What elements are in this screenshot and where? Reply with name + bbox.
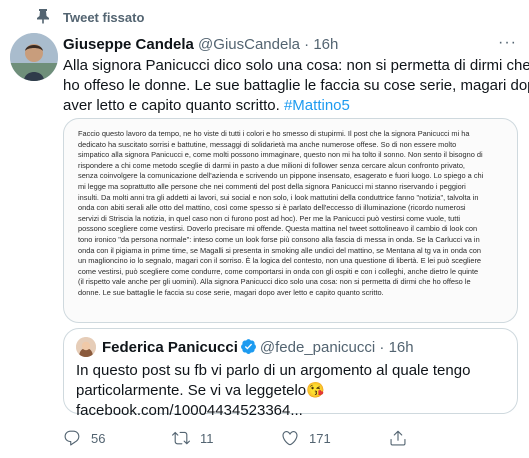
image-text-line: (il rispetto vale anche per gli uomini).… [78, 277, 471, 287]
image-text-line: un maglioncino io lo segnalo, magari con… [78, 256, 482, 266]
heart-icon [282, 431, 298, 446]
avatar[interactable] [10, 33, 58, 81]
separator-dot: · [304, 36, 310, 53]
image-text-line: Faccio questo lavoro da tempo, ne ho vis… [78, 129, 470, 138]
attached-image[interactable]: Faccio questo lavoro da tempo, ne ho vis… [63, 118, 518, 323]
pinned-label: Tweet fissato [63, 10, 145, 25]
author-name[interactable]: Giuseppe Candela [63, 36, 194, 53]
like-button[interactable]: 171 [281, 428, 331, 448]
reply-icon [64, 430, 80, 446]
share-icon [390, 430, 406, 446]
image-text-line: dedicato ha suscitato sorrisi e battutin… [78, 139, 457, 149]
image-text-line: mi legge ma soprattutto alle persone che… [78, 181, 466, 191]
retweet-icon [172, 431, 190, 445]
tweet-header: Giuseppe Candela @GiusCandela · 16h ··· [63, 34, 517, 56]
tweet-text-segment: aver letto e capito quanto scritto. [63, 97, 284, 114]
quoted-tweet[interactable]: Federica Panicucci @fede_panicucci · 16h … [63, 328, 518, 419]
quoted-author-name[interactable]: Federica Panicucci [102, 339, 238, 356]
more-options-icon[interactable]: ··· [498, 34, 517, 52]
tweet-text-line: ho offeso le donne. Le sue battaglie le … [63, 77, 529, 94]
image-text-line: simpatico alla signora Panicucci e, come… [78, 150, 483, 160]
image-text-line: rispondere a chi come metodo sceglie di … [78, 160, 465, 170]
like-count: 171 [309, 430, 331, 446]
quoted-avatar[interactable] [76, 337, 96, 357]
quoted-time[interactable]: 16h [389, 339, 414, 356]
image-text-line: insulti. Da molti anni tra gli addetti a… [78, 192, 479, 202]
action-bar: 56 11 171 [63, 428, 518, 448]
pinned-row: Tweet fissato [0, 0, 529, 30]
image-text-line: onda con abiti serali alle otto del matt… [78, 203, 466, 213]
share-button[interactable] [389, 428, 417, 448]
separator-dot: · [379, 339, 385, 356]
image-text-line: donne. Le sue battaglie le faccia su cos… [78, 287, 384, 297]
quoted-author-handle[interactable]: @fede_panicucci [260, 339, 375, 356]
retweet-button[interactable]: 11 [172, 428, 214, 448]
image-text-line: onda con il pigiama in prime time, se Ma… [78, 245, 482, 255]
retweet-count: 11 [200, 430, 214, 446]
reply-button[interactable]: 56 [63, 428, 105, 448]
image-text-line: servizi di Striscia la notizia, in quel … [78, 213, 461, 223]
tweet-text-line: aver letto e capito quanto scritto. #Mat… [63, 96, 518, 116]
image-text-line: possono scegliere come vestirsi. Doverlo… [78, 224, 478, 234]
image-text: Faccio questo lavoro da tempo, ne ho vis… [78, 129, 508, 299]
reply-count: 56 [91, 430, 106, 446]
tweet-text-line: Alla signora Panicucci dico solo una cos… [63, 57, 529, 74]
image-text-line: senza coinvolgere la comunicazione dell'… [78, 171, 484, 181]
quoted-text: In questo post su fb vi parlo di un argo… [76, 361, 506, 421]
tweet-time[interactable]: 16h [313, 36, 338, 53]
verified-badge-icon [240, 339, 256, 354]
pin-icon [37, 9, 49, 24]
tweet-text: Alla signora Panicucci dico solo una cos… [63, 56, 529, 116]
hashtag-link[interactable]: #Mattino5 [284, 97, 350, 114]
quoted-text-line: In questo post su fb vi parlo di un argo… [76, 362, 471, 379]
quoted-header: Federica Panicucci @fede_panicucci · 16h [102, 338, 414, 356]
author-handle[interactable]: @GiusCandela [198, 36, 300, 53]
image-text-line: come vestirsi, può scegliere come condur… [78, 266, 479, 276]
quoted-text-line: particolarmente. Se vi va leggetelo😘 [76, 382, 325, 399]
image-text-line: tono ironico "da persona normale": intes… [78, 234, 480, 244]
quoted-link[interactable]: facebook.com/10004434523364... [76, 401, 506, 421]
